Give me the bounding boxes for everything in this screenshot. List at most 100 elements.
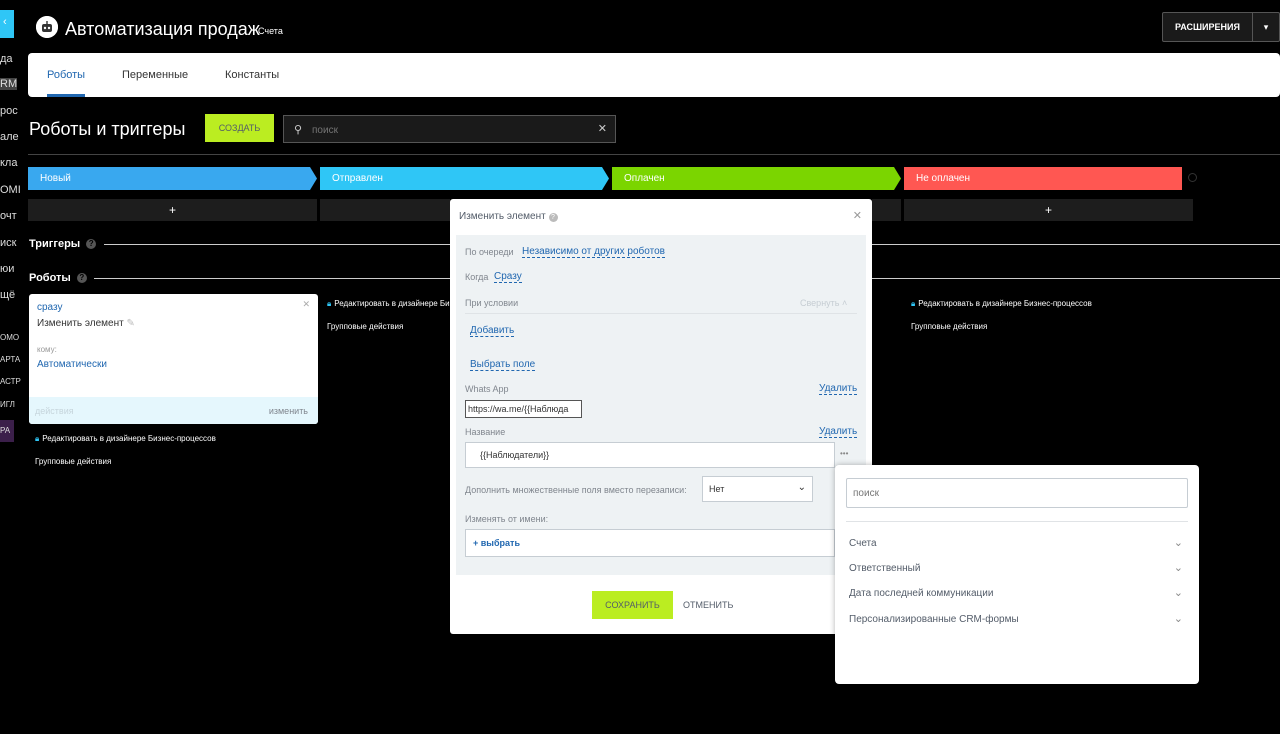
sidebar-item[interactable]: ИГЛ bbox=[0, 400, 15, 409]
edit-element-dialog: Изменить элемент ? ✕ По очереди Независи… bbox=[450, 199, 872, 634]
sidebar-item[interactable]: щё bbox=[0, 289, 15, 301]
when-label: Когда bbox=[465, 272, 489, 282]
sidebar-item[interactable]: кла bbox=[0, 157, 17, 169]
robot-to-label: кому: bbox=[37, 345, 57, 354]
delete-field-link[interactable]: Удалить bbox=[819, 383, 858, 395]
close-icon[interactable]: ✕ bbox=[853, 209, 862, 222]
robot-when[interactable]: сразу bbox=[37, 302, 62, 313]
group-actions-link[interactable]: Групповые действия bbox=[35, 457, 111, 466]
change-from-label: Изменять от имени: bbox=[465, 514, 549, 524]
condition-label: При условии bbox=[465, 298, 519, 308]
chevron-up-icon[interactable]: ˄ bbox=[842, 298, 847, 308]
stage-settings-icon[interactable] bbox=[1188, 173, 1197, 182]
choose-user-button[interactable]: + выбрать bbox=[465, 529, 835, 557]
extensions-label[interactable]: РАСШИРЕНИЯ bbox=[1163, 13, 1253, 41]
stage-sent[interactable]: Отправлен bbox=[320, 167, 609, 190]
clear-icon[interactable]: ✕ bbox=[598, 122, 607, 135]
robot-app-icon bbox=[36, 16, 58, 38]
add-condition-link[interactable]: Добавить bbox=[470, 325, 515, 337]
add-robot-button[interactable] bbox=[320, 199, 450, 221]
stage-not-paid[interactable]: Не оплачен bbox=[904, 167, 1182, 190]
when-value-link[interactable]: Сразу bbox=[494, 271, 522, 283]
robots-heading: Роботы? bbox=[29, 272, 87, 284]
robot-card[interactable]: сразу ✕ Изменить элемент ✎ кому: Автомат… bbox=[29, 294, 318, 424]
chevron-down-icon: ⌄ bbox=[797, 482, 806, 493]
tab-robots[interactable]: Роботы bbox=[47, 69, 85, 81]
edit-designer-link[interactable]: 🔒︎ Редактировать в дизайнере Бизнес-проце… bbox=[35, 434, 216, 444]
robot-actions-label: действия bbox=[35, 406, 74, 416]
close-icon[interactable]: ✕ bbox=[302, 299, 310, 310]
order-value-link[interactable]: Независимо от других роботов bbox=[522, 246, 665, 258]
more-icon[interactable]: ••• bbox=[840, 449, 848, 458]
extensions-button[interactable]: РАСШИРЕНИЯ ▾ bbox=[1162, 12, 1280, 42]
collapse-link[interactable]: Свернуть ˄ bbox=[800, 298, 847, 308]
sidebar-item[interactable]: рос bbox=[0, 105, 18, 117]
sidebar-item[interactable]: очт bbox=[0, 210, 17, 222]
stage-paid[interactable]: Оплачен bbox=[612, 167, 901, 190]
help-icon[interactable]: ? bbox=[86, 239, 97, 250]
search-input[interactable] bbox=[312, 121, 592, 139]
delete-field-link[interactable]: Удалить bbox=[819, 426, 858, 438]
add-robot-button[interactable] bbox=[872, 199, 901, 221]
sidebar-item[interactable]: але bbox=[0, 131, 19, 143]
create-button[interactable]: СОЗДАТЬ bbox=[205, 114, 274, 142]
edit-designer-label[interactable]: Редактировать в дизайнере Бизнес-процесс… bbox=[918, 299, 1092, 308]
tab-variables[interactable]: Переменные bbox=[122, 69, 188, 81]
dialog-title-text: Изменить элемент bbox=[459, 211, 546, 222]
robot-edit-link[interactable]: изменить bbox=[269, 406, 308, 416]
popup-item-label[interactable]: Ответственный bbox=[849, 563, 920, 574]
sidebar-item[interactable]: да bbox=[0, 53, 13, 65]
robot-to-value: Автоматически bbox=[37, 359, 107, 370]
sidebar-item[interactable]: ОМО bbox=[0, 333, 19, 342]
popup-item-label[interactable]: Счета bbox=[849, 538, 877, 549]
dialog-title: Изменить элемент ? bbox=[459, 211, 558, 222]
sidebar-item[interactable]: РА bbox=[0, 420, 14, 442]
help-icon[interactable]: ? bbox=[548, 213, 558, 222]
stage-new[interactable]: Новый bbox=[28, 167, 317, 190]
group-actions-link[interactable]: Групповые действия bbox=[911, 322, 987, 331]
append-label: Дополнить множественные поля вместо пере… bbox=[465, 485, 687, 495]
choose-field-link[interactable]: Выбрать поле bbox=[470, 359, 536, 371]
chevron-down-icon[interactable]: ▾ bbox=[1253, 22, 1279, 33]
sidebar-item[interactable]: АРТА bbox=[0, 355, 20, 364]
sidebar-item[interactable]: юи bbox=[0, 263, 14, 275]
name-input[interactable]: {{Наблюдатели}} bbox=[465, 442, 835, 468]
append-select[interactable]: Нет ⌄ bbox=[702, 476, 813, 502]
cancel-button[interactable]: ОТМЕНИТЬ bbox=[683, 600, 733, 610]
sidebar-item[interactable]: RM bbox=[0, 78, 18, 90]
edit-designer-link[interactable]: 🔒︎ Редактировать в дизайнере Бизнес-проце… bbox=[911, 299, 1092, 309]
add-robot-button[interactable]: + bbox=[904, 199, 1193, 221]
edit-designer-label[interactable]: Редактировать в дизайнере Бизнес-процесс… bbox=[42, 434, 216, 443]
popup-item-label[interactable]: Дата последней коммуникации bbox=[849, 588, 993, 599]
tab-constants[interactable]: Константы bbox=[225, 69, 279, 81]
help-icon[interactable]: ? bbox=[76, 273, 87, 284]
popup-search-input[interactable] bbox=[847, 479, 1187, 507]
chevron-down-icon[interactable]: ⌄ bbox=[1174, 586, 1183, 599]
search-icon: ⚲ bbox=[294, 124, 303, 136]
chevron-down-icon[interactable]: ⌄ bbox=[1174, 561, 1183, 574]
add-robot-button[interactable]: + bbox=[28, 199, 317, 221]
edit-designer-link[interactable]: 🔒︎ Редактировать в дизайнере Би bbox=[327, 299, 450, 309]
popup-group-item[interactable]: Счета ⌄ bbox=[849, 537, 1183, 549]
sidebar-item[interactable]: ОМІ bbox=[0, 184, 21, 196]
sidebar-toggle-button[interactable]: ‹ bbox=[0, 10, 14, 38]
collapse-label[interactable]: Свернуть bbox=[800, 298, 839, 308]
triggers-heading: Триггеры? bbox=[29, 238, 97, 250]
popup-group-item[interactable]: Дата последней коммуникации ⌄ bbox=[849, 587, 1183, 599]
save-button[interactable]: СОХРАНИТЬ bbox=[592, 591, 673, 619]
stage-label: Отправлен bbox=[332, 173, 383, 184]
whatsapp-input[interactable]: https://wa.me/{{Наблюда bbox=[465, 400, 582, 418]
popup-group-item[interactable]: Персонализированные CRM-формы ⌄ bbox=[849, 613, 1183, 625]
group-actions-link[interactable]: Групповые действия bbox=[327, 322, 403, 331]
popup-item-label[interactable]: Персонализированные CRM-формы bbox=[849, 614, 1019, 625]
popup-group-item[interactable]: Ответственный ⌄ bbox=[849, 562, 1183, 574]
sidebar-item[interactable]: иск bbox=[0, 237, 16, 249]
popup-search-field[interactable] bbox=[846, 478, 1188, 508]
search-field[interactable]: ⚲ ✕ bbox=[283, 115, 616, 143]
chevron-down-icon[interactable]: ⌄ bbox=[1174, 612, 1183, 625]
pencil-icon[interactable]: ✎ bbox=[127, 318, 135, 329]
chevron-down-icon[interactable]: ⌄ bbox=[1174, 536, 1183, 549]
sidebar-item[interactable]: АСТР bbox=[0, 377, 21, 386]
edit-designer-label[interactable]: Редактировать в дизайнере Би bbox=[334, 299, 449, 308]
order-label: По очереди bbox=[465, 247, 514, 257]
